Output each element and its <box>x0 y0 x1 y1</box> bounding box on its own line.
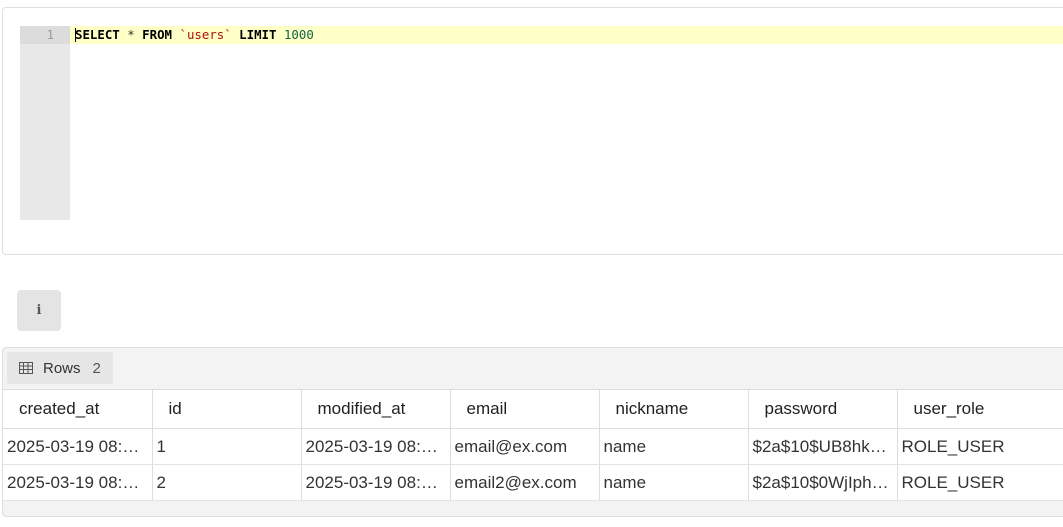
table-grid-icon <box>19 362 33 374</box>
cell-email[interactable]: email2@ex.com <box>450 464 600 501</box>
header-row: created_at id modified_at email nickname… <box>3 389 1063 429</box>
code-line-active[interactable]: SELECT * FROM `users` LIMIT 1000 <box>70 26 1063 44</box>
cell-user-role[interactable]: ROLE_USER <box>897 464 1063 501</box>
column-header-created-at[interactable]: created_at <box>3 389 153 429</box>
tab-rows[interactable]: Rows 2 <box>7 352 113 384</box>
keyword-from: FROM <box>142 27 173 42</box>
cell-created-at[interactable]: 2025-03-19 08:… <box>3 464 153 501</box>
table-identifier: `users` <box>179 27 232 42</box>
column-header-modified-at[interactable]: modified_at <box>301 389 451 429</box>
sql-editor[interactable]: 1 SELECT * FROM `users` LIMIT 1000 <box>2 7 1063 255</box>
column-header-nickname[interactable]: nickname <box>599 389 749 429</box>
cell-user-role[interactable]: ROLE_USER <box>897 428 1063 465</box>
cell-nickname[interactable]: name <box>599 428 749 465</box>
table-row[interactable]: 2025-03-19 08:… 2 2025-03-19 08:… email2… <box>3 464 1063 501</box>
results-panel: Rows 2 created_at id modified_at email n… <box>2 347 1063 517</box>
column-header-password[interactable]: password <box>748 389 898 429</box>
line-number: 1 <box>20 26 70 44</box>
row-count-badge: 2 <box>92 359 101 377</box>
info-button[interactable]: i <box>17 290 61 331</box>
column-header-id[interactable]: id <box>152 389 302 429</box>
editor-gutter: 1 <box>20 26 70 220</box>
column-header-email[interactable]: email <box>450 389 600 429</box>
keyword-select: SELECT <box>75 27 120 42</box>
cell-password[interactable]: $2a$10$0WjIph… <box>748 464 898 501</box>
cell-password[interactable]: $2a$10$UB8hk… <box>748 428 898 465</box>
star-operator: * <box>127 27 135 42</box>
info-icon: i <box>36 303 42 318</box>
cell-modified-at[interactable]: 2025-03-19 08:… <box>301 428 451 465</box>
cell-id[interactable]: 2 <box>152 464 302 501</box>
cell-id[interactable]: 1 <box>152 428 302 465</box>
tab-rows-label: Rows <box>43 359 81 377</box>
keyword-limit: LIMIT <box>239 27 277 42</box>
text-caret <box>75 28 76 42</box>
table-row[interactable]: 2025-03-19 08:… 1 2025-03-19 08:… email@… <box>3 428 1063 465</box>
results-table: created_at id modified_at email nickname… <box>3 389 1063 501</box>
cell-created-at[interactable]: 2025-03-19 08:… <box>3 428 153 465</box>
column-header-user-role[interactable]: user_role <box>897 389 1063 429</box>
cell-nickname[interactable]: name <box>599 464 749 501</box>
cell-email[interactable]: email@ex.com <box>450 428 600 465</box>
limit-number: 1000 <box>283 27 314 42</box>
cell-modified-at[interactable]: 2025-03-19 08:… <box>301 464 451 501</box>
